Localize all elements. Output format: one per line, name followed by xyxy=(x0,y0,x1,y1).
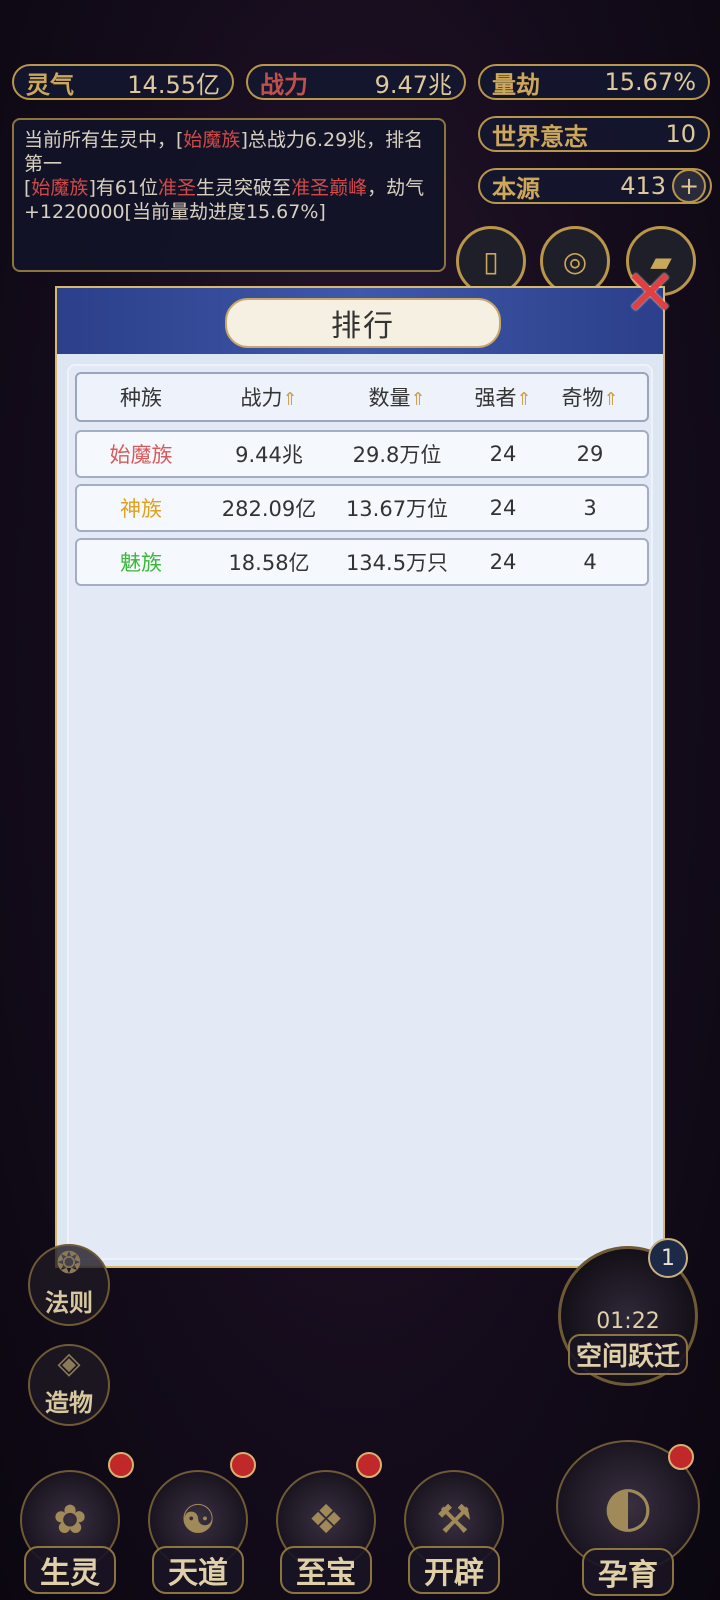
log-text: ]有61位 xyxy=(88,177,159,199)
race-count: 134.5万只 xyxy=(345,551,449,575)
race-items: 29 xyxy=(576,442,604,466)
rule-icon: ❂ xyxy=(56,1246,82,1281)
table-header: 种族 战力⇑ 数量⇑ 强者⇑ 奇物⇑ xyxy=(75,372,649,422)
zhanli-stat: 战力 9.47兆 xyxy=(246,64,466,100)
shijie-stat: 世界意志 10 xyxy=(478,116,710,152)
close-icon[interactable]: ✕ xyxy=(614,258,686,330)
create-icon: ◈ xyxy=(57,1346,81,1381)
race-power: 18.58亿 xyxy=(228,551,310,575)
col-power-sort[interactable]: 战力⇑ xyxy=(205,382,333,412)
notification-dot xyxy=(230,1452,256,1478)
log-text: 生灵突破至 xyxy=(196,177,292,199)
panel-header: 排行 xyxy=(57,288,663,354)
log-line-1: 当前所有生灵中，[始魔族]总战力6.29兆，排名第一 xyxy=(24,128,434,176)
table-row[interactable]: 始魔族 9.44兆 29.8万位 24 29 xyxy=(75,430,649,478)
shijie-label: 世界意志 xyxy=(492,122,588,151)
notification-dot xyxy=(108,1452,134,1478)
sort-arrow-icon: ⇑ xyxy=(516,389,532,410)
log-race: 始魔族 xyxy=(183,129,241,151)
sort-arrow-icon: ⇑ xyxy=(603,389,619,410)
race-strong: 24 xyxy=(489,550,517,574)
nav-label: 至宝 xyxy=(280,1546,372,1594)
nav-kaipi[interactable]: ⚒ 开辟 xyxy=(394,1468,514,1594)
log-text: 当前所有生灵中，[ xyxy=(24,129,184,151)
jump-count-badge: 1 xyxy=(648,1238,688,1278)
col-items-sort[interactable]: 奇物⇑ xyxy=(545,382,635,412)
ranking-table: 种族 战力⇑ 数量⇑ 强者⇑ 奇物⇑ 始魔族 9.44兆 29.8万位 24 2… xyxy=(67,364,653,1260)
benyuan-value: 413 xyxy=(620,172,666,200)
log-rank: 准圣巅峰 xyxy=(291,177,368,199)
liangjie-value: 15.67% xyxy=(604,68,696,96)
col-race: 种族 xyxy=(120,386,162,410)
fazhe-button[interactable]: ❂ 法则 xyxy=(28,1244,110,1326)
notification-dot xyxy=(668,1444,694,1470)
event-log: 当前所有生灵中，[始魔族]总战力6.29兆，排名第一 [始魔族]有61位准圣生灵… xyxy=(12,118,446,272)
race-strong: 24 xyxy=(489,496,517,520)
benyuan-stat: 本源 413 + xyxy=(478,168,712,204)
col-count-sort[interactable]: 数量⇑ xyxy=(333,382,461,412)
nav-label: 天道 xyxy=(152,1546,244,1594)
sort-arrow-icon: ⇑ xyxy=(282,389,298,410)
race-count: 29.8万位 xyxy=(352,443,442,467)
race-items: 3 xyxy=(583,496,597,520)
zaowu-button[interactable]: ◈ 造物 xyxy=(28,1344,110,1426)
race-name: 神族 xyxy=(120,497,162,521)
fazhe-label: 法则 xyxy=(45,1289,93,1317)
race-power: 9.44兆 xyxy=(235,443,303,467)
notification-dot xyxy=(356,1452,382,1478)
zaowu-label: 造物 xyxy=(45,1389,93,1417)
race-items: 4 xyxy=(583,550,597,574)
nav-label: 生灵 xyxy=(24,1546,116,1594)
race-strong: 24 xyxy=(489,442,517,466)
sort-arrow-icon: ⇑ xyxy=(410,389,426,410)
lingqi-value: 14.55亿 xyxy=(127,70,220,99)
ranking-panel: 排行 种族 战力⇑ 数量⇑ 强者⇑ 奇物⇑ 始魔族 9.44兆 29.8万位 2… xyxy=(55,286,665,1268)
benyuan-label: 本源 xyxy=(492,174,540,203)
race-count: 13.67万位 xyxy=(345,497,449,521)
nav-tiandao[interactable]: ☯ 天道 xyxy=(138,1468,258,1594)
add-benyuan-button[interactable]: + xyxy=(672,169,706,203)
log-line-2: [始魔族]有61位准圣生灵突破至准圣巅峰，劫气+1220000[当前量劫进度15… xyxy=(24,176,434,224)
log-race: 始魔族 xyxy=(31,177,89,199)
zhanli-label: 战力 xyxy=(260,70,308,99)
shijie-value: 10 xyxy=(665,120,696,148)
race-name: 魅族 xyxy=(120,551,162,575)
panel-title: 排行 xyxy=(225,298,501,348)
table-row[interactable]: 魅族 18.58亿 134.5万只 24 4 xyxy=(75,538,649,586)
liangjie-stat: 量劫 15.67% xyxy=(478,64,710,100)
log-rank: 准圣 xyxy=(158,177,197,199)
col-strong-sort[interactable]: 强者⇑ xyxy=(461,382,545,412)
table-row[interactable]: 神族 282.09亿 13.67万位 24 3 xyxy=(75,484,649,532)
liangjie-label: 量劫 xyxy=(492,70,540,99)
jump-label: 空间跃迁 xyxy=(567,1334,688,1375)
race-name: 始魔族 xyxy=(109,443,173,467)
nav-label: 开辟 xyxy=(408,1546,500,1594)
jump-timer: 01:22 xyxy=(596,1309,660,1334)
zhanli-value: 9.47兆 xyxy=(374,70,452,99)
nav-label: 孕育 xyxy=(582,1548,674,1596)
race-power: 282.09亿 xyxy=(221,497,317,521)
lingqi-label: 灵气 xyxy=(26,70,74,99)
nav-shengling[interactable]: ✿ 生灵 xyxy=(10,1468,130,1594)
nav-zhibao[interactable]: ❖ 至宝 xyxy=(266,1468,386,1594)
lingqi-stat: 灵气 14.55亿 xyxy=(12,64,234,100)
